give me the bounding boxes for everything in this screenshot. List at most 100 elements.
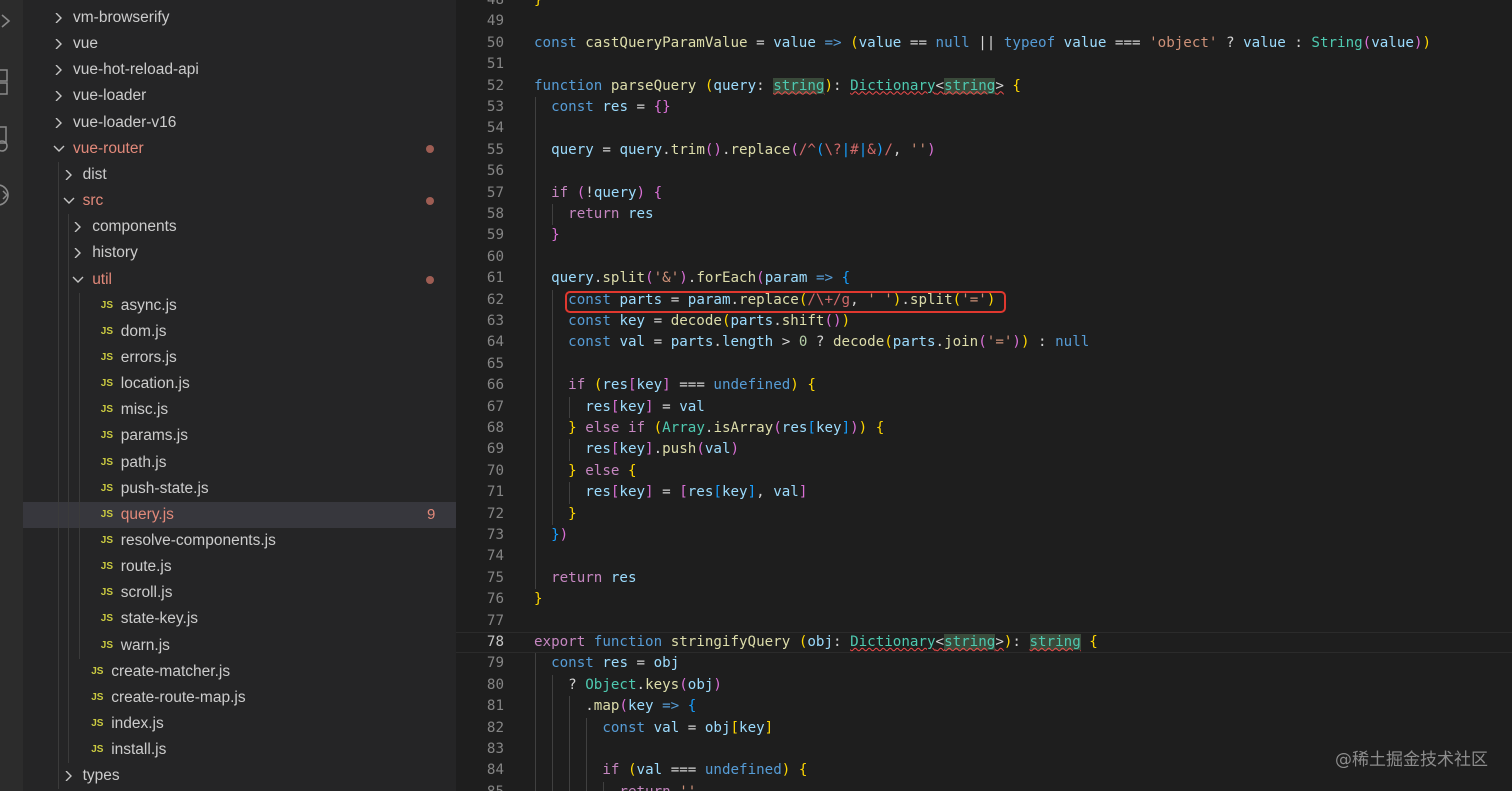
code-line[interactable]: 85 return '': [456, 782, 1512, 791]
file-explorer: vm-browserify vue vue-hot-reload-api vue-lo…: [23, 0, 456, 791]
file-item[interactable]: JS route.js: [23, 554, 456, 580]
folder-item[interactable]: types: [23, 763, 456, 789]
folder-item[interactable]: vue: [23, 31, 456, 57]
file-item[interactable]: JS dom.js: [23, 319, 456, 345]
file-item[interactable]: JS warn.js: [23, 633, 456, 659]
line-number: 74: [486, 548, 504, 565]
folder-item[interactable]: vue-router: [23, 136, 456, 162]
indent-guide: [569, 760, 571, 782]
file-item[interactable]: JS query.js 9: [23, 501, 456, 528]
file-item[interactable]: JS install.js: [23, 737, 456, 763]
file-item[interactable]: JS state-key.js: [23, 606, 456, 632]
code-line[interactable]: 52 function parseQuery (query: string): D…: [456, 76, 1512, 97]
tree-item-label: push-state.js: [120, 479, 209, 497]
remote-icon[interactable]: [0, 122, 23, 156]
indent-guide: [552, 332, 554, 354]
indent-guide: [569, 717, 571, 739]
indent-guide: [552, 781, 554, 791]
run-debug-icon[interactable]: [0, 4, 23, 38]
file-item[interactable]: JS location.js: [23, 371, 456, 397]
code-line[interactable]: 70 } else {: [456, 461, 1512, 482]
indent-guide: [535, 760, 536, 782]
file-item[interactable]: JS scroll.js: [23, 580, 456, 606]
code-text: }: [551, 227, 560, 244]
account-icon[interactable]: [0, 178, 23, 212]
code-line[interactable]: 49: [456, 11, 1512, 32]
file-item[interactable]: JS push-state.js: [23, 476, 456, 502]
file-item[interactable]: JS resolve-components.js: [23, 528, 456, 554]
code-line[interactable]: 76}: [456, 589, 1512, 610]
modified-dot: [426, 197, 434, 206]
code-line[interactable]: 79 const res = obj: [456, 653, 1512, 674]
code-text: if (res[key] === undefined) {: [568, 377, 816, 394]
tree-item-label: components: [92, 218, 177, 236]
folder-item[interactable]: dist: [23, 162, 456, 188]
js-file-icon: JS: [100, 482, 114, 494]
extensions-icon[interactable]: [0, 64, 23, 98]
modified-dot: [426, 144, 434, 153]
code-line[interactable]: 75 return res: [456, 568, 1512, 589]
code-line[interactable]: 68 } else if (Array.isArray(res[key])) {: [456, 418, 1512, 439]
file-item[interactable]: JS params.js: [23, 423, 456, 449]
folder-item[interactable]: vm-browserify: [23, 5, 456, 31]
js-file-icon: JS: [100, 587, 114, 599]
code-line[interactable]: 80 ? Object.keys(obj): [456, 675, 1512, 696]
file-item[interactable]: JS errors.js: [23, 345, 456, 371]
code-line[interactable]: 67 res[key] = val: [456, 397, 1512, 418]
file-item[interactable]: JS async.js: [23, 293, 456, 319]
file-item[interactable]: JS create-route-map.js: [23, 685, 456, 711]
code-line[interactable]: 63 const key = decode(parts.shift()): [456, 311, 1512, 332]
code-line[interactable]: 66 if (res[key] === undefined) {: [456, 375, 1512, 396]
tree-item-label: dom.js: [120, 322, 167, 340]
code-text: res[key].push(val): [585, 441, 740, 458]
indent-guide: [535, 567, 536, 590]
code-line[interactable]: 54: [456, 118, 1512, 139]
code-line[interactable]: 72 }: [456, 504, 1512, 525]
line-number: 66: [486, 377, 504, 394]
code-line[interactable]: 69 res[key].push(val): [456, 439, 1512, 460]
code-line[interactable]: 71 res[key] = [res[key], val]: [456, 482, 1512, 503]
tree-item-label: src: [82, 192, 104, 210]
folder-item[interactable]: util: [23, 267, 456, 293]
file-item[interactable]: JS path.js: [23, 450, 456, 476]
code-line[interactable]: 81 .map(key => {: [456, 696, 1512, 717]
code-editor[interactable]: 48} 49 50 const castQueryParamValue = value…: [456, 0, 1512, 791]
code-line[interactable]: 48}: [456, 0, 1512, 11]
line-number: 79: [486, 655, 504, 672]
folder-item[interactable]: src: [23, 188, 456, 214]
tree-item-label: types: [82, 767, 120, 785]
code-line[interactable]: 55 query = query.trim().replace(/^(\?|#|…: [456, 140, 1512, 161]
code-line[interactable]: 59 }: [456, 225, 1512, 246]
folder-item[interactable]: vue-loader: [23, 83, 456, 109]
code-line[interactable]: 77: [456, 611, 1512, 632]
code-line[interactable]: 56: [456, 161, 1512, 182]
code-line[interactable]: 64 const val = parts.length > 0 ? decode…: [456, 332, 1512, 353]
code-line[interactable]: 50 const castQueryParamValue = value => (…: [456, 33, 1512, 54]
code-line[interactable]: 51: [456, 54, 1512, 75]
code-line[interactable]: 60: [456, 247, 1512, 268]
file-item[interactable]: JS index.js: [23, 711, 456, 737]
code-line[interactable]: 74: [456, 546, 1512, 567]
line-number: 49: [486, 13, 504, 30]
folder-item[interactable]: components: [23, 214, 456, 240]
folder-item[interactable]: history: [23, 240, 456, 266]
tree-item-label: path.js: [120, 453, 167, 471]
indent-guide: [535, 246, 536, 269]
code-line[interactable]: 65: [456, 354, 1512, 375]
code-line[interactable]: 53 const res = {}: [456, 97, 1512, 118]
code-text: res[key] = [res[key], val]: [585, 484, 808, 501]
code-line[interactable]: 78 export function stringifyQuery (obj: D…: [456, 632, 1512, 654]
code-line[interactable]: 58 return res: [456, 204, 1512, 225]
code-line[interactable]: 61 query.split('&').forEach(param => {: [456, 268, 1512, 289]
folder-item[interactable]: vue-loader-v16: [23, 110, 456, 136]
code-line[interactable]: 82 const val = obj[key]: [456, 718, 1512, 739]
file-item[interactable]: JS create-matcher.js: [23, 659, 456, 685]
file-item[interactable]: JS misc.js: [23, 397, 456, 423]
folder-item[interactable]: vue-hot-reload-api: [23, 57, 456, 83]
code-line[interactable]: 57 if (!query) {: [456, 183, 1512, 204]
tree-item-label: warn.js: [120, 636, 170, 654]
code-line[interactable]: 73 }): [456, 525, 1512, 546]
js-file-icon: JS: [100, 325, 114, 337]
tree-item-label: vue-loader: [73, 87, 147, 105]
